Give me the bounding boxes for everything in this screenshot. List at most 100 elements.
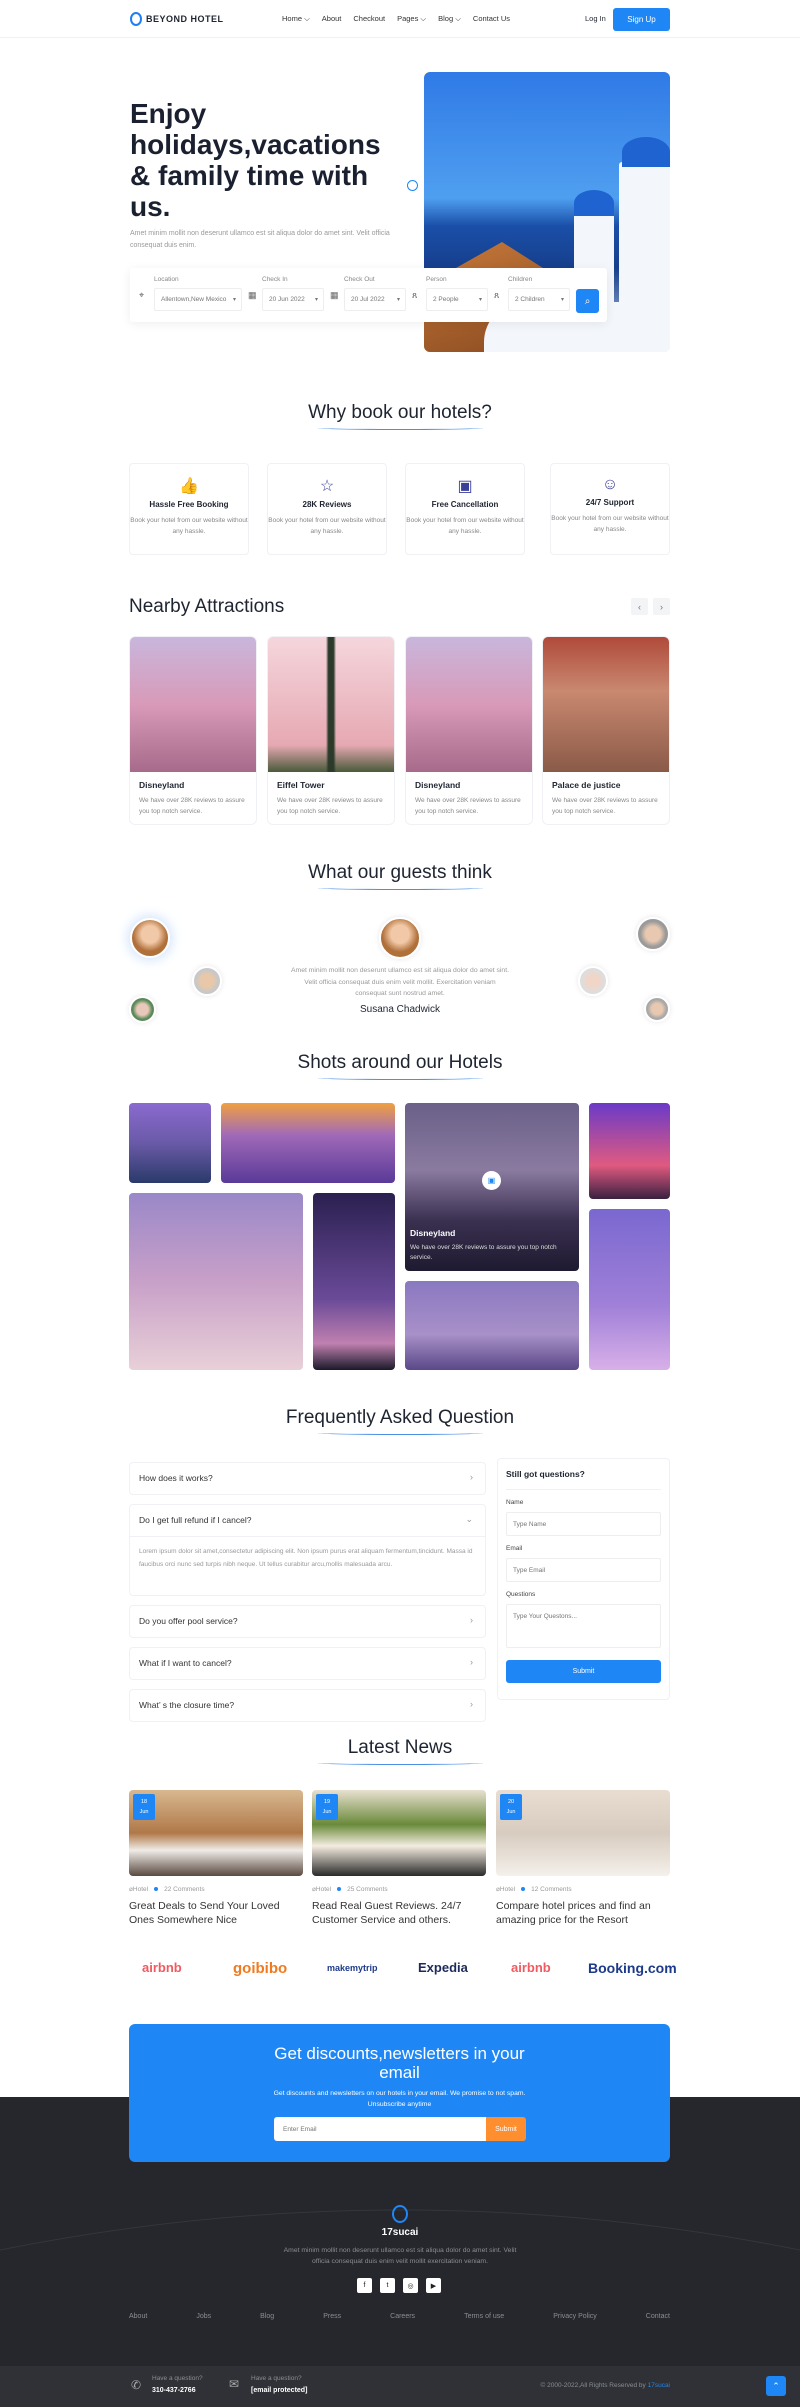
footer-link-careers[interactable]: Careers [390, 2313, 415, 2320]
guest-avatar[interactable] [644, 996, 670, 1022]
faq-item[interactable]: How does it works? › [129, 1462, 486, 1495]
guest-avatar[interactable] [192, 966, 222, 996]
footer-link-terms[interactable]: Terms of use [464, 2313, 504, 2320]
faq-item-open[interactable]: Do I get full refund if I cancel? ⌄ Lorem … [129, 1504, 486, 1596]
guest-avatar[interactable] [636, 917, 670, 951]
copyright: © 2000-2022,All Rights Reserved by [540, 2382, 648, 2389]
nav-about[interactable]: About [322, 14, 342, 24]
guest-avatar[interactable] [130, 918, 170, 958]
faq-section-title: Frequently Asked Question [0, 1407, 800, 1435]
chevron-up-icon: ⌃ [772, 2380, 780, 2391]
news-title: Read Real Guest Reviews. 24/7 Customer S… [312, 1900, 462, 1926]
date-badge: 19 Jun [316, 1794, 338, 1820]
footer-brand: 17sucai [381, 2227, 419, 2238]
signup-button[interactable]: Sign Up [613, 8, 670, 31]
guest-avatar-active[interactable] [379, 917, 421, 959]
newsletter-text: Get discounts and newsletters on our hot… [273, 2090, 526, 2108]
attraction-card[interactable]: Eiffel Tower We have over 28K reviews to … [267, 636, 395, 825]
phone-icon: ✆ [131, 2378, 142, 2392]
footer-link-press[interactable]: Press [323, 2313, 341, 2320]
location-select[interactable]: Allentown,New Mexico [154, 288, 242, 311]
gallery-image[interactable] [221, 1103, 395, 1183]
nav-checkout[interactable]: Checkout [353, 14, 385, 24]
gallery-image[interactable] [129, 1103, 211, 1183]
calendar-icon: ▦ [248, 290, 257, 300]
gallery-featured-title: Disneyland [410, 1228, 456, 1238]
copyright-link[interactable]: 17sucai [648, 2382, 670, 2389]
next-arrow-icon[interactable]: › [653, 598, 670, 615]
gallery-image[interactable] [589, 1103, 670, 1199]
footer-links: About Jobs Blog Press Careers Terms of u… [129, 2313, 670, 2320]
form-submit-button[interactable]: Submit [506, 1660, 661, 1683]
gallery-image[interactable] [129, 1193, 303, 1370]
login-link[interactable]: Log In [585, 14, 606, 23]
questions-label: Questions [506, 1591, 536, 1598]
newsletter-submit-button[interactable]: Submit [486, 2117, 526, 2141]
faq-item[interactable]: What’ s the closure time? › [129, 1689, 486, 1722]
youtube-icon[interactable]: ▶ [426, 2278, 441, 2293]
person-select[interactable]: 2 People [426, 288, 488, 311]
footer-logo-icon [392, 2205, 408, 2223]
search-button[interactable]: ⌕ [576, 289, 599, 313]
brand-name: BEYOND HOTEL [146, 14, 224, 24]
email-input[interactable] [506, 1558, 661, 1582]
guest-avatar[interactable] [129, 996, 156, 1023]
nav-blog[interactable]: Blog ⌵ [438, 14, 461, 24]
footer-email[interactable]: [email protected] [251, 2387, 307, 2394]
feature-card: ▣ Free Cancellation Book your hotel from o… [405, 463, 525, 555]
reviews-icon: ☆ [319, 478, 335, 495]
guests-section-title: What our guests think [0, 862, 800, 890]
checkin-label: Check In [262, 276, 288, 283]
gallery-image[interactable] [589, 1209, 670, 1370]
footer-link-contact[interactable]: Contact [646, 2313, 670, 2320]
news-title: Compare hotel prices and find an amazing… [496, 1900, 651, 1926]
attraction-card[interactable]: Disneyland We have over 28K reviews to as… [405, 636, 533, 825]
footer-link-jobs[interactable]: Jobs [196, 2313, 211, 2320]
attraction-card[interactable]: Disneyland We have over 28K reviews to as… [129, 636, 257, 825]
instagram-icon[interactable]: ◎ [403, 2278, 418, 2293]
news-card[interactable]: 18 Jun ⌀Hotel 22 Comments Great Deals to S… [129, 1790, 303, 1927]
person-label: Person [426, 276, 447, 283]
calendar-icon: ▣ [457, 478, 473, 495]
gallery-featured[interactable]: ▣ Disneyland We have over 28K reviews to… [405, 1103, 579, 1271]
gallery-image[interactable] [313, 1193, 395, 1370]
scroll-top-button[interactable]: ⌃ [766, 2376, 786, 2396]
news-card[interactable]: 19 Jun ⌀Hotel 25 Comments Read Real Guest … [312, 1790, 486, 1927]
newsletter-title: Get discounts,newsletters in your email [274, 2044, 525, 2082]
footer-link-blog[interactable]: Blog [260, 2313, 274, 2320]
nav-pages[interactable]: Pages ⌵ [397, 14, 426, 24]
form-title: Still got questions? [506, 1469, 661, 1490]
children-select[interactable]: 2 Children [508, 288, 570, 311]
guest-avatar[interactable] [578, 966, 608, 996]
news-section-title: Latest News [0, 1737, 800, 1765]
checkout-select[interactable]: 20 Jul 2022 [344, 288, 406, 311]
faq-item[interactable]: Do you offer pool service? › [129, 1605, 486, 1638]
gallery-image[interactable] [405, 1281, 579, 1370]
attraction-card[interactable]: Palace de justice We have over 28K review… [542, 636, 670, 825]
facebook-icon[interactable]: f [357, 2278, 372, 2293]
gallery-featured-text: We have over 28K reviews to assure you t… [410, 1244, 557, 1261]
twitter-icon[interactable]: t [380, 2278, 395, 2293]
prev-arrow-icon[interactable]: ‹ [631, 598, 648, 615]
checkin-select[interactable]: 20 Jun 2022 [262, 288, 324, 311]
name-input[interactable] [506, 1512, 661, 1536]
nav-contact[interactable]: Contact Us [473, 14, 510, 24]
questions-textarea[interactable] [506, 1604, 661, 1648]
footer-phone[interactable]: 310-437-2766 [152, 2387, 196, 2394]
slider-dot[interactable] [407, 180, 418, 191]
faq-item[interactable]: What if I want to cancel? › [129, 1647, 486, 1680]
footer-link-about[interactable]: About [129, 2313, 147, 2320]
image-icon[interactable]: ▣ [482, 1171, 501, 1190]
support-agent-icon: ☺ [601, 476, 619, 493]
nav-home[interactable]: Home ⌵ [282, 14, 310, 24]
location-pin-icon: ⌖ [139, 290, 145, 300]
news-card[interactable]: 20 Jun ⌀Hotel 12 Comments Compare hotel pr… [496, 1790, 670, 1927]
footer-link-privacy[interactable]: Privacy Policy [553, 2313, 597, 2320]
calendar-icon: ▦ [330, 290, 339, 300]
hero-text: Amet minim mollit non deserunt ullamco e… [130, 230, 390, 249]
newsletter-email-input[interactable] [274, 2117, 486, 2141]
news-title: Great Deals to Send Your Loved Ones Some… [129, 1900, 280, 1926]
footer-bottom-bar: ✆ Have a question? 310-437-2766 ✉ Have a… [0, 2366, 800, 2407]
brand-logo[interactable]: BEYOND HOTEL [130, 12, 224, 26]
top-nav: BEYOND HOTEL Home ⌵ About Checkout Pages… [0, 0, 800, 38]
